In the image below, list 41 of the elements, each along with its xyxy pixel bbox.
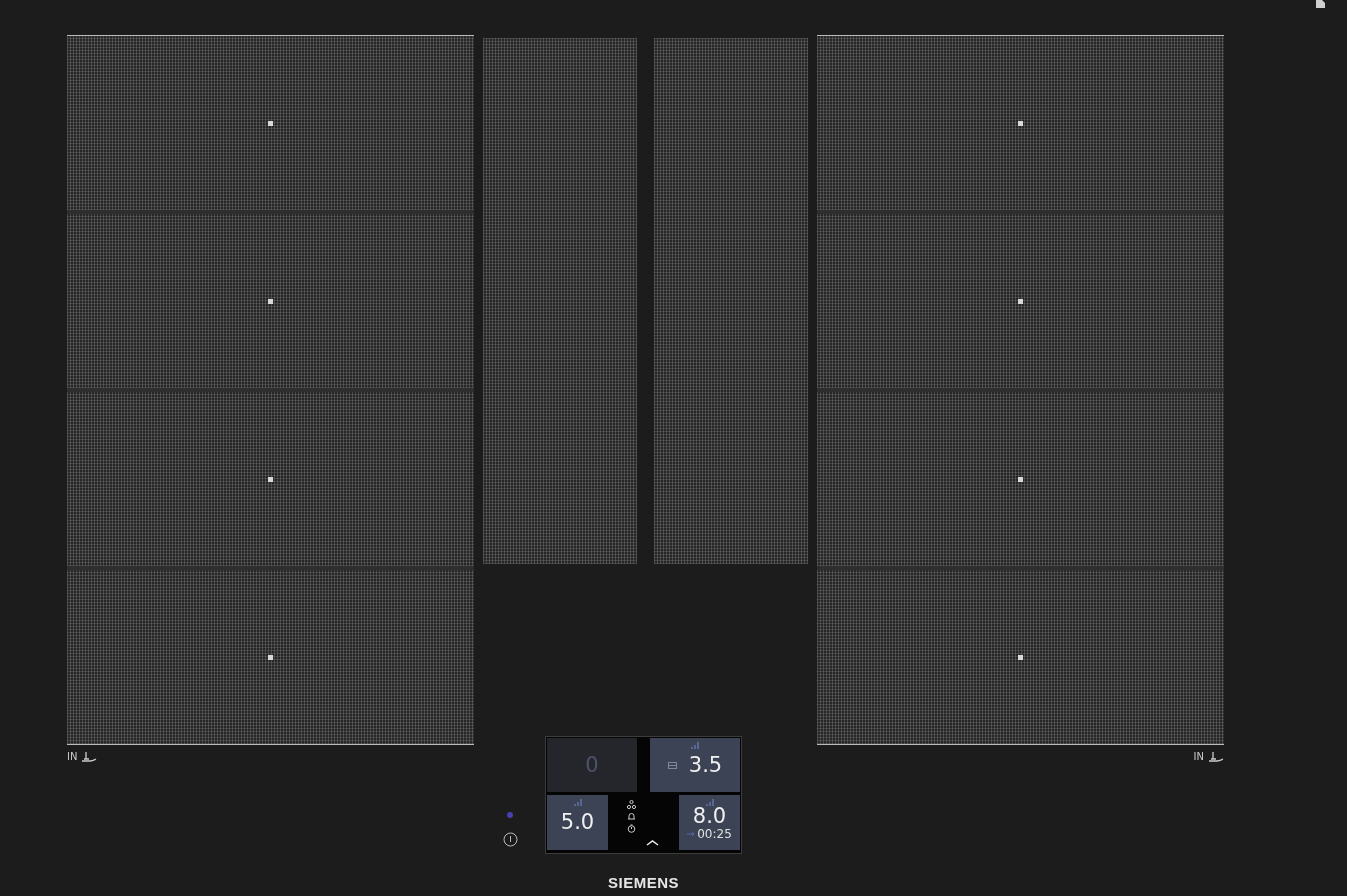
zone-center-marker: [268, 120, 273, 126]
cooking-zone[interactable]: [817, 214, 1224, 388]
pot-icon: [1208, 750, 1224, 763]
pan-size-icon: [667, 761, 677, 769]
zone-power-tile[interactable]: 5.0: [547, 795, 608, 850]
cooking-zone[interactable]: [67, 392, 474, 566]
document-icon[interactable]: [1316, 0, 1325, 8]
zone-center-marker: [1018, 654, 1023, 660]
induction-label: IN: [67, 750, 78, 764]
chevron-up-icon[interactable]: [646, 840, 659, 846]
bell-icon[interactable]: [627, 812, 636, 821]
power-level-icon: [705, 799, 714, 806]
power-level-value: 3.5: [688, 754, 723, 776]
zone-center-marker: [268, 476, 273, 482]
cooking-zone[interactable]: [67, 36, 474, 210]
zone-center-marker: [268, 298, 273, 304]
pot-icon: [81, 750, 98, 763]
cooking-zone[interactable]: [817, 570, 1224, 744]
power-level-value: 0: [585, 754, 599, 776]
arrow-icon: [687, 830, 696, 837]
cooking-zone[interactable]: [67, 570, 474, 744]
induction-label: IN: [1193, 750, 1204, 764]
cooking-zone[interactable]: [817, 392, 1224, 566]
zone-center-marker: [268, 654, 273, 660]
cooking-zone[interactable]: [654, 38, 808, 564]
cooking-zone[interactable]: [483, 38, 637, 564]
cooking-zone[interactable]: [817, 36, 1224, 210]
cooking-zone[interactable]: [67, 214, 474, 388]
power-level-value: 5.0: [560, 812, 595, 833]
power-level-value: 8.0: [692, 805, 727, 827]
zone-power-tile[interactable]: 3.5: [650, 738, 740, 792]
power-level-icon: [691, 742, 699, 749]
timer-value: 00:25: [697, 827, 732, 840]
zone-center-marker: [1018, 298, 1023, 304]
brand-logo: SIEMENS: [608, 873, 679, 893]
power-icon[interactable]: [502, 832, 518, 847]
zone-center-marker: [1018, 120, 1023, 126]
power-level-icon: [573, 799, 582, 806]
zone-power-tile[interactable]: 8.0 00:25: [679, 795, 740, 850]
stopwatch-icon[interactable]: [627, 824, 636, 833]
zone-center-marker: [1018, 476, 1023, 482]
